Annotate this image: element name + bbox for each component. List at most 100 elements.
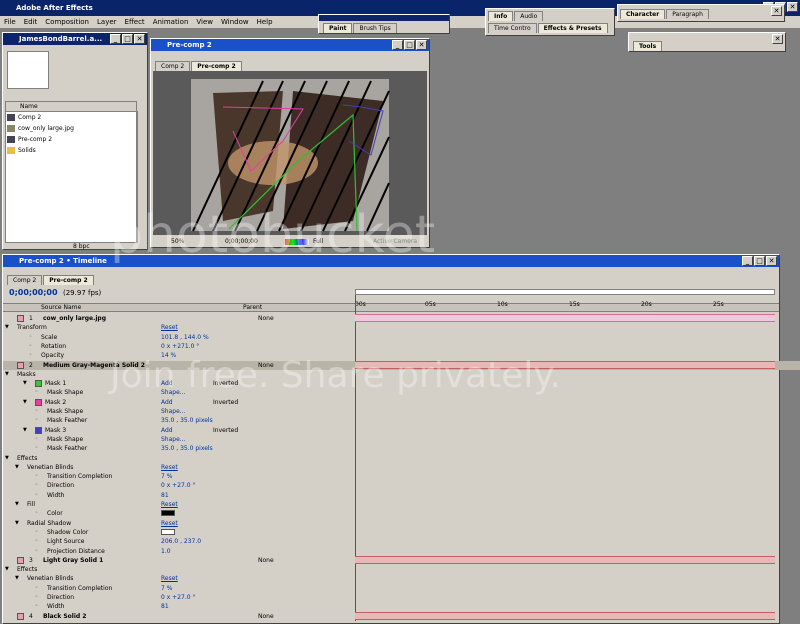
- timeline-property-row[interactable]: ◦ Transition Completion 7 %: [3, 472, 800, 481]
- property-value[interactable]: 0 x +27.0 °: [161, 593, 195, 602]
- stopwatch-icon[interactable]: ◦: [35, 472, 38, 481]
- menu-item-window[interactable]: Window: [217, 16, 253, 28]
- timeline-timecode[interactable]: 0;00;00;00: [9, 288, 58, 297]
- stopwatch-icon[interactable]: ◦: [35, 537, 38, 546]
- mask-color-swatch[interactable]: [35, 398, 42, 406]
- twirl-down-icon[interactable]: ▼: [23, 379, 27, 388]
- resolution-dropdown[interactable]: Full: [313, 237, 323, 247]
- tab-paragraph[interactable]: Paragraph: [666, 9, 709, 19]
- property-value[interactable]: 1.0: [161, 547, 171, 556]
- close-button[interactable]: ✕: [787, 2, 798, 12]
- mask-color-swatch[interactable]: [35, 380, 42, 388]
- parent-header[interactable]: Parent: [243, 304, 262, 312]
- timeline-property-row[interactable]: ◦ Shadow Color: [3, 528, 800, 537]
- stopwatch-icon[interactable]: ◦: [35, 388, 38, 397]
- reset-link[interactable]: Reset: [161, 519, 178, 528]
- label-color-swatch[interactable]: [17, 361, 24, 369]
- minimize-button[interactable]: _: [110, 34, 121, 44]
- tab-effects-presets[interactable]: Effects & Presets: [537, 23, 608, 33]
- label-color-swatch[interactable]: [17, 556, 24, 564]
- comp-viewer[interactable]: [153, 71, 427, 235]
- parent-dropdown[interactable]: None: [258, 612, 274, 621]
- maximize-button[interactable]: □: [122, 34, 133, 44]
- property-value[interactable]: 206.0 , 237.0: [161, 537, 201, 546]
- color-swatch[interactable]: [161, 510, 175, 517]
- camera-dropdown[interactable]: Active Camera: [373, 237, 417, 247]
- twirl-down-icon[interactable]: ▼: [15, 500, 19, 509]
- property-value[interactable]: Shape...: [161, 435, 186, 444]
- timeline-property-row[interactable]: ◦ Width 81: [3, 491, 800, 500]
- twirl-down-icon[interactable]: ▼: [15, 574, 19, 583]
- menu-item-view[interactable]: View: [192, 16, 217, 28]
- stopwatch-icon[interactable]: ◦: [35, 602, 38, 611]
- close-button[interactable]: ✕: [766, 256, 777, 266]
- close-icon[interactable]: ✕: [772, 34, 783, 44]
- property-value[interactable]: 101.8 , 144.0 %: [161, 333, 209, 342]
- stopwatch-icon[interactable]: ◦: [35, 509, 38, 518]
- stopwatch-icon[interactable]: ◦: [35, 593, 38, 602]
- timeline-property-row[interactable]: ◦ Mask Shape Shape...: [3, 388, 800, 397]
- reset-link[interactable]: Reset: [161, 574, 178, 583]
- list-item[interactable]: cow_only large.jpg: [6, 123, 136, 134]
- timeline-property-row[interactable]: ◦ Projection Distance 1.0: [3, 547, 800, 556]
- parent-dropdown[interactable]: None: [258, 556, 274, 565]
- twirl-down-icon[interactable]: ▼: [15, 519, 19, 528]
- timeline-property-row[interactable]: ◦ Opacity 14 %: [3, 351, 800, 360]
- project-scrollbar[interactable]: [137, 111, 145, 243]
- property-value[interactable]: 81: [161, 491, 169, 500]
- menu-item-composition[interactable]: Composition: [41, 16, 93, 28]
- property-value[interactable]: 35.0 , 35.0 pixels: [161, 444, 213, 453]
- stopwatch-icon[interactable]: ◦: [35, 528, 38, 537]
- timeline-property-row[interactable]: ▼ Venetian Blinds Reset: [3, 463, 800, 472]
- color-swatch[interactable]: [161, 528, 175, 535]
- maximize-button[interactable]: □: [754, 256, 765, 266]
- timeline-property-row[interactable]: ▼ Radial Shadow Reset: [3, 519, 800, 528]
- layer-duration-bar[interactable]: [355, 611, 775, 620]
- timeline-property-row[interactable]: ◦ Transition Completion 7 %: [3, 584, 800, 593]
- tab-brush-tips[interactable]: Brush Tips: [353, 23, 397, 33]
- close-button[interactable]: ✕: [134, 34, 145, 44]
- stopwatch-icon[interactable]: ◦: [35, 481, 38, 490]
- property-value[interactable]: 7 %: [161, 584, 172, 593]
- list-item[interactable]: Comp 2: [6, 112, 136, 123]
- stopwatch-icon[interactable]: ◦: [35, 584, 38, 593]
- twirl-down-icon[interactable]: ▼: [5, 454, 9, 463]
- timeline-property-row[interactable]: ◦ Direction 0 x +27.0 °: [3, 481, 800, 490]
- bit-depth-button[interactable]: 8 bpc: [73, 243, 90, 250]
- timeline-layer-row[interactable]: 3 Light Gray Solid 1 None: [3, 555, 800, 565]
- timeline-property-row[interactable]: ◦ Width 81: [3, 602, 800, 611]
- timeline-property-row[interactable]: ◦ Rotation 0 x +271.0 °: [3, 342, 800, 351]
- timeline-property-row[interactable]: ◦ Light Source 206.0 , 237.0: [3, 537, 800, 546]
- work-area-bar[interactable]: [355, 289, 775, 295]
- timeline-property-row[interactable]: ◦ Mask Feather 35.0 , 35.0 pixels: [3, 444, 800, 453]
- tab-audio[interactable]: Audio: [514, 11, 544, 21]
- twirl-down-icon[interactable]: ▼: [15, 463, 19, 472]
- inverted-checkbox[interactable]: Inverted: [213, 398, 238, 407]
- label-color-swatch[interactable]: [17, 612, 24, 620]
- twirl-down-icon[interactable]: ▼: [23, 398, 27, 407]
- tab-pre-comp-2[interactable]: Pre-comp 2: [43, 275, 94, 285]
- label-color-swatch[interactable]: [17, 315, 24, 322]
- timeline-property-row[interactable]: ▼ Transform Reset: [3, 323, 800, 332]
- property-value[interactable]: 35.0 , 35.0 pixels: [161, 416, 213, 425]
- timeline-layer-row[interactable]: 2 Medium Gray-Magenta Solid 2 None: [3, 360, 800, 370]
- property-value[interactable]: 7 %: [161, 472, 172, 481]
- channel-icon[interactable]: [285, 239, 309, 245]
- menu-item-animation[interactable]: Animation: [149, 16, 193, 28]
- twirl-down-icon[interactable]: ▼: [23, 426, 27, 435]
- menu-item-help[interactable]: Help: [253, 16, 277, 28]
- timeline-property-row[interactable]: ▼ Effects: [3, 454, 800, 463]
- timeline-property-row[interactable]: ◦ Color: [3, 509, 800, 518]
- stopwatch-icon[interactable]: ◦: [29, 351, 32, 360]
- stopwatch-icon[interactable]: ◦: [35, 435, 38, 444]
- reset-link[interactable]: Reset: [161, 500, 178, 509]
- stopwatch-icon[interactable]: ◦: [35, 491, 38, 500]
- zoom-dropdown[interactable]: 50%: [171, 237, 184, 247]
- menu-item-effect[interactable]: Effect: [121, 16, 149, 28]
- inverted-checkbox[interactable]: Inverted: [213, 426, 238, 435]
- timeline-property-row[interactable]: ◦ Mask Shape Shape...: [3, 407, 800, 416]
- parent-dropdown[interactable]: None: [258, 314, 274, 323]
- timeline-property-row[interactable]: ▼ Mask 2 Add Inverted: [3, 398, 800, 407]
- list-item[interactable]: Pre-comp 2: [6, 134, 136, 145]
- timeline-layer-row[interactable]: 1 cow_only large.jpg None: [3, 314, 800, 323]
